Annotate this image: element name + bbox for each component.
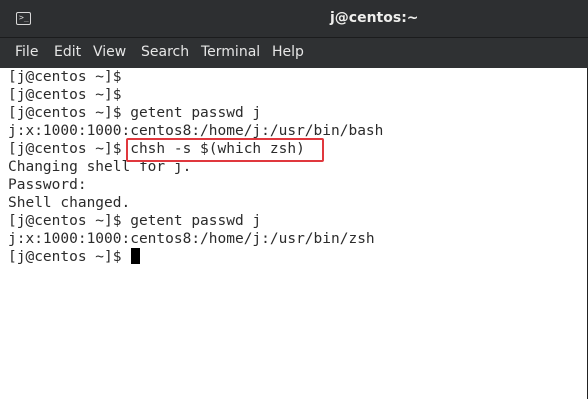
terminal-line: [j@centos ~]$ getent passwd j <box>8 213 262 229</box>
terminal-line: Shell changed. <box>8 195 131 211</box>
prompt-glyph: >_ <box>19 13 29 22</box>
menu-help[interactable]: Help <box>272 44 304 60</box>
terminal-line: j:x:1000:1000:centos8:/home/j:/usr/bin/z… <box>8 231 375 247</box>
terminal-line: [j@centos ~]$ <box>8 87 122 103</box>
title-bar: >_ j@centos:~ <box>0 0 588 38</box>
command-highlight-box <box>126 138 324 162</box>
menu-bar: File Edit View Search Terminal Help <box>0 38 588 68</box>
window-title: j@centos:~ <box>330 10 419 26</box>
terminal-line: [j@centos ~]$ <box>8 69 122 85</box>
terminal-line: Password: <box>8 177 87 193</box>
terminal-line: [j@centos ~]$ getent passwd j <box>8 105 262 121</box>
menu-file[interactable]: File <box>15 44 38 60</box>
terminal-prompt-line: [j@centos ~]$ <box>8 248 140 266</box>
terminal-prompt: [j@centos ~]$ <box>8 249 122 265</box>
menu-terminal[interactable]: Terminal <box>201 44 260 60</box>
terminal-icon[interactable]: >_ <box>16 12 31 25</box>
menu-view[interactable]: View <box>93 44 126 60</box>
menu-edit[interactable]: Edit <box>54 44 81 60</box>
terminal-output[interactable]: [j@centos ~]$ [j@centos ~]$ [j@centos ~]… <box>0 68 588 399</box>
terminal-window: >_ j@centos:~ File Edit View Search Term… <box>0 0 588 399</box>
text-cursor <box>130 248 140 264</box>
menu-search[interactable]: Search <box>141 44 189 60</box>
